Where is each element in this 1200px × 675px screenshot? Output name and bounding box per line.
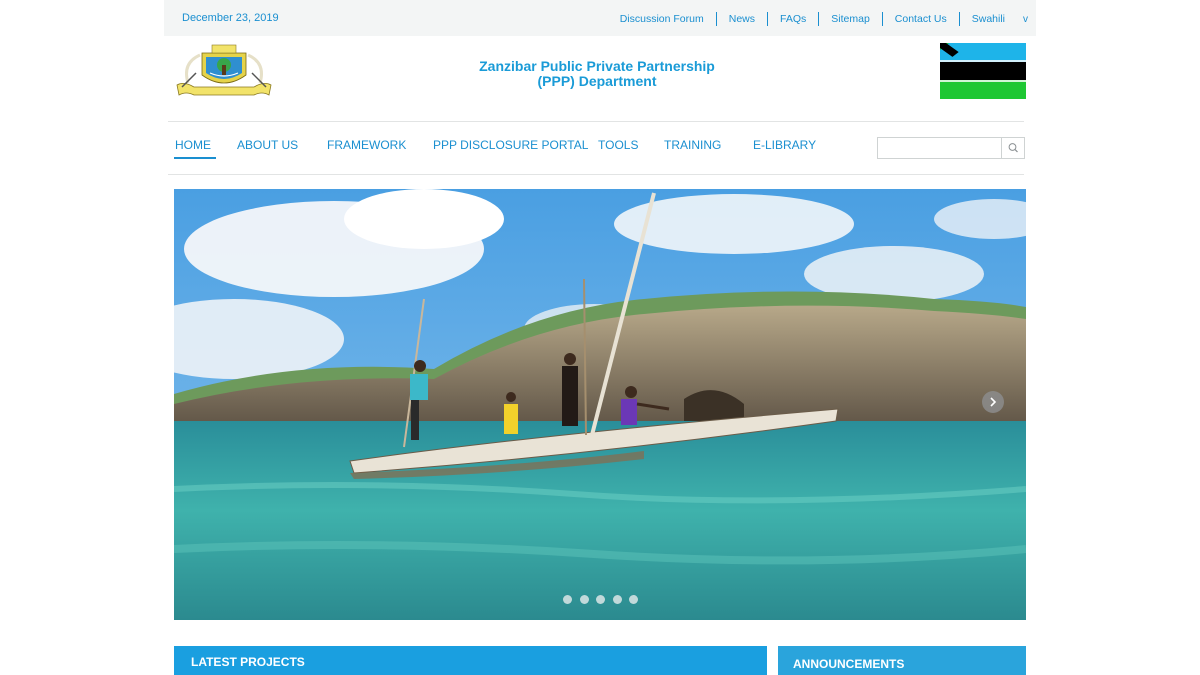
announcements-header[interactable]: ANNOUNCEMENTS (778, 646, 1026, 675)
chevron-down-icon[interactable]: v (1023, 14, 1028, 25)
slider-dot-4[interactable] (612, 595, 622, 604)
nav-home[interactable]: HOME (175, 138, 211, 152)
utility-links: Discussion Forum News FAQs Sitemap Conta… (620, 10, 1028, 28)
link-discussion-forum[interactable]: Discussion Forum (620, 13, 704, 25)
main-navigation: HOME ABOUT US FRAMEWORK PPP DISCLOSURE P… (168, 122, 1025, 174)
coat-of-arms-logo[interactable] (174, 43, 274, 99)
slider-pagination (563, 595, 646, 604)
hero-slider-image[interactable] (174, 189, 1026, 620)
latest-projects-header[interactable]: LATEST PROJECTS (174, 646, 767, 675)
chevron-right-icon (990, 397, 997, 407)
nav-divider (168, 174, 1024, 175)
language-selector[interactable]: Swahili (972, 13, 1005, 25)
link-contact-us[interactable]: Contact Us (895, 13, 947, 25)
zanzibar-flag (940, 43, 1026, 99)
nav-about-us[interactable]: ABOUT US (237, 138, 298, 152)
site-title-line2: (PPP) Department (537, 73, 657, 89)
nav-framework[interactable]: FRAMEWORK (327, 138, 406, 152)
slider-next-button[interactable] (982, 391, 1004, 413)
nav-training[interactable]: TRAINING (664, 138, 721, 152)
slider-dot-5[interactable] (629, 595, 638, 604)
slider-dot-2[interactable] (579, 595, 589, 604)
slider-dot-3[interactable] (596, 595, 605, 604)
search-button[interactable] (1001, 138, 1024, 158)
nav-ppp-disclosure-portal[interactable]: PPP DISCLOSURE PORTAL (433, 138, 588, 152)
top-utility-bar: December 23, 2019 Discussion Forum News … (164, 0, 1036, 36)
divider (818, 12, 820, 26)
search-box (877, 137, 1025, 159)
divider (767, 12, 768, 26)
active-nav-indicator (174, 157, 216, 159)
site-title-line1: Zanzibar Public Private Partnership (479, 58, 715, 74)
search-icon (1008, 143, 1018, 153)
divider (715, 12, 717, 26)
nav-e-library[interactable]: E-LIBRARY (753, 138, 816, 152)
nav-tools[interactable]: TOOLS (598, 138, 638, 152)
divider (881, 12, 883, 26)
divider (958, 12, 960, 26)
site-title: Zanzibar Public Private Partnership (PPP… (447, 59, 747, 89)
link-faqs[interactable]: FAQs (780, 13, 806, 25)
link-news[interactable]: News (729, 13, 755, 25)
current-date: December 23, 2019 (182, 12, 279, 24)
link-sitemap[interactable]: Sitemap (831, 13, 870, 25)
search-input[interactable] (878, 138, 1002, 158)
slider-dot-1[interactable] (563, 595, 572, 604)
